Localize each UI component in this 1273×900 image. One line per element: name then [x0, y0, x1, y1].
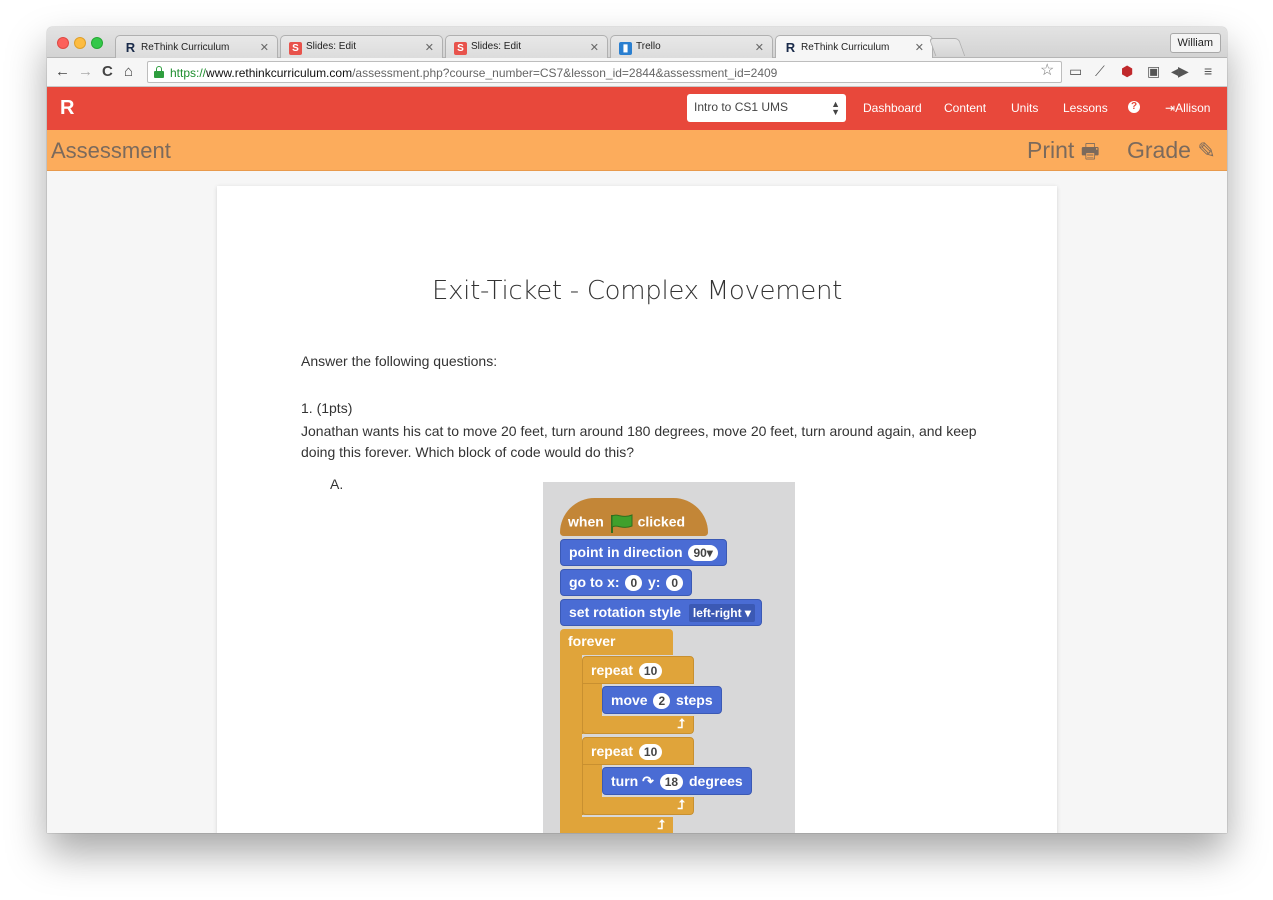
- reload-icon[interactable]: C: [102, 63, 113, 81]
- bookmark-star-icon[interactable]: ☆: [1040, 60, 1054, 80]
- content-area: Exit-Ticket - Complex Movement Answer th…: [47, 171, 1227, 833]
- scratch-code-image: when clicked point in direction 90▾ go t…: [543, 482, 795, 833]
- profile-button[interactable]: William: [1169, 33, 1221, 53]
- address-bar[interactable]: https://www.rethinkcurriculum.com/assess…: [147, 61, 1062, 83]
- lock-icon: [154, 66, 164, 78]
- rethink-logo-icon: R: [785, 40, 796, 55]
- nav-lessons[interactable]: Lessons: [1063, 101, 1108, 115]
- question-number: 1. (1pts): [301, 400, 353, 416]
- menu-icon[interactable]: ≡: [1204, 63, 1212, 79]
- extension-icon[interactable]: ▣: [1147, 63, 1160, 79]
- new-tab-button[interactable]: [928, 38, 966, 56]
- logout-link[interactable]: ⇥Allison: [1165, 101, 1210, 115]
- slides-icon: S: [454, 42, 467, 55]
- nav-units[interactable]: Units: [1011, 101, 1038, 115]
- loop-arrow-icon: ⮥: [657, 817, 665, 832]
- assessment-card: Exit-Ticket - Complex Movement Answer th…: [217, 186, 1057, 833]
- rotate-right-icon: ↷: [642, 773, 654, 789]
- instructions: Answer the following questions:: [301, 353, 498, 369]
- browser-tab[interactable]: S Slides: Edit ✕: [280, 35, 443, 58]
- close-tab-icon[interactable]: ✕: [590, 41, 599, 54]
- rethink-logo-icon: R: [125, 40, 136, 55]
- nav-content[interactable]: Content: [944, 101, 986, 115]
- set-rotation-style-block: set rotation style left-right ▾: [560, 599, 762, 626]
- repeat-block: repeat 10: [582, 656, 694, 684]
- turn-degrees-block: turn ↷ 18 degrees: [602, 767, 752, 795]
- close-tab-icon[interactable]: ✕: [755, 41, 764, 54]
- close-tab-icon[interactable]: ✕: [260, 41, 269, 54]
- page-subheader: Assessment Print 🖶 Grade ✎: [47, 130, 1227, 171]
- ublock-icon[interactable]: ⬢: [1121, 63, 1133, 79]
- green-flag-icon: [610, 514, 633, 533]
- browser-tab[interactable]: R ReThink Curriculum ✕: [115, 35, 278, 58]
- browser-tab[interactable]: S Slides: Edit ✕: [445, 35, 608, 58]
- eyedropper-icon[interactable]: ⟋: [1095, 63, 1105, 79]
- browser-window: R ReThink Curriculum ✕ S Slides: Edit ✕ SS…: [47, 27, 1227, 833]
- close-tab-icon[interactable]: ✕: [915, 41, 924, 54]
- select-arrows-icon: ▲ ▼: [831, 99, 840, 117]
- trello-icon: ▮: [619, 42, 632, 55]
- loop-arrow-icon: ⮥: [677, 797, 685, 812]
- print-button[interactable]: Print 🖶: [1027, 137, 1100, 171]
- home-icon[interactable]: ⌂: [124, 63, 133, 81]
- question-text: Jonathan wants his cat to move 20 feet, …: [301, 423, 977, 460]
- minimize-window-button[interactable]: [74, 37, 86, 49]
- move-steps-block: move 2 steps: [602, 686, 722, 714]
- option-label[interactable]: A.: [330, 476, 343, 492]
- brand-logo[interactable]: R: [60, 97, 74, 120]
- slides-icon: S: [289, 42, 302, 55]
- point-in-direction-block: point in direction 90▾: [560, 539, 727, 566]
- app-navbar: R Intro to CS1 UMS ▲ ▼ Dashboard Content …: [47, 87, 1227, 130]
- printer-icon: 🖶: [1080, 141, 1100, 163]
- zoom-window-button[interactable]: [91, 37, 103, 49]
- go-to-xy-block: go to x: 0 y: 0: [560, 569, 693, 596]
- close-window-button[interactable]: [57, 37, 69, 49]
- close-tab-icon[interactable]: ✕: [425, 41, 434, 54]
- forward-icon[interactable]: →: [78, 63, 93, 81]
- logout-icon: ⇥: [1165, 101, 1176, 115]
- page-title: Assessment: [51, 138, 171, 163]
- cast-icon[interactable]: ▭: [1069, 63, 1082, 79]
- browser-toolbar: ← → C ⌂ https://www.rethinkcurriculum.co…: [47, 58, 1227, 87]
- forever-block: forever: [560, 629, 673, 655]
- audio-icon[interactable]: ◂▶: [1171, 63, 1189, 79]
- assessment-title: Exit-Ticket - Complex Movement: [431, 276, 843, 306]
- help-icon[interactable]: ?: [1128, 101, 1140, 113]
- loop-arrow-icon: ⮥: [677, 716, 685, 731]
- pencil-icon: ✎: [1197, 138, 1216, 163]
- when-flag-clicked-block: when clicked: [560, 498, 708, 536]
- browser-tab[interactable]: ▮ Trello ✕: [610, 35, 773, 58]
- tab-strip: R ReThink Curriculum ✕ S Slides: Edit ✕ SS…: [47, 27, 1227, 59]
- course-select[interactable]: Intro to CS1 UMS ▲ ▼: [687, 94, 846, 122]
- back-icon[interactable]: ←: [55, 63, 70, 81]
- grade-button[interactable]: Grade ✎: [1127, 137, 1216, 164]
- repeat-block: repeat 10: [582, 737, 694, 765]
- nav-dashboard[interactable]: Dashboard: [863, 101, 922, 115]
- browser-tab-active[interactable]: R ReThink Curriculum ✕: [775, 35, 933, 59]
